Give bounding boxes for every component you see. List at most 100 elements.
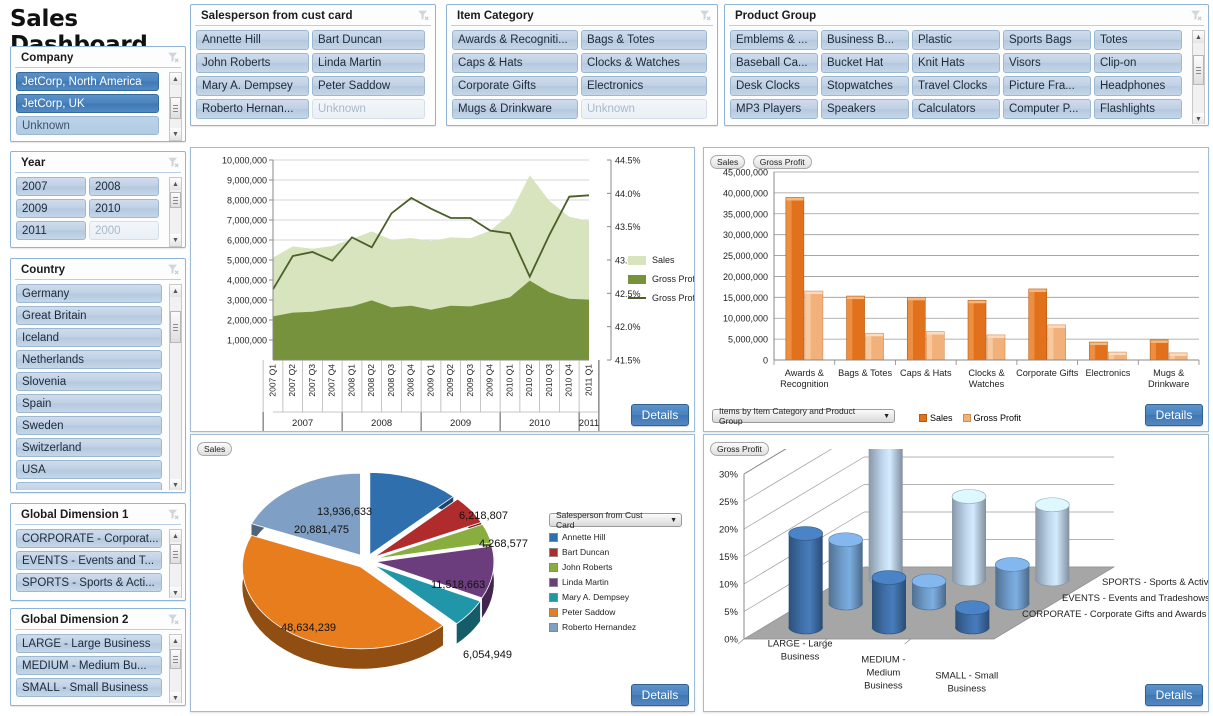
- slicer-item[interactable]: Awards & Recogniti...: [452, 30, 578, 50]
- slicer-item[interactable]: Emblems & ...: [730, 30, 818, 50]
- slicer-item[interactable]: Netherlands: [16, 350, 162, 369]
- slicer-item[interactable]: LARGE - Large Business: [16, 634, 162, 653]
- slicer-item[interactable]: SPORTS - Sports & Acti...: [16, 573, 162, 592]
- scroll-thumb[interactable]: [170, 192, 181, 208]
- slicer-global-dimension-2[interactable]: Global Dimension 2 LARGE - Large Busines…: [10, 608, 186, 706]
- slicer-item[interactable]: Plastic: [912, 30, 1000, 50]
- clear-filter-icon[interactable]: [1189, 9, 1203, 22]
- slicer-item[interactable]: Clocks & Watches: [581, 53, 707, 73]
- slicer-item[interactable]: Peter Saddow: [312, 76, 425, 96]
- slicer-item[interactable]: EVENTS - Events and T...: [16, 551, 162, 570]
- slicer-scrollbar[interactable]: ▲ ▼: [169, 634, 182, 703]
- clear-filter-icon[interactable]: [166, 263, 180, 276]
- slicer-item[interactable]: Slovenia: [16, 372, 162, 391]
- slicer-item[interactable]: Corporate Gifts: [452, 76, 578, 96]
- details-button-gross-profit[interactable]: Details: [1145, 684, 1203, 706]
- details-button-item-category[interactable]: Details: [1145, 404, 1203, 426]
- slicer-global-dimension-1[interactable]: Global Dimension 1 CORPORATE - Corporat.…: [10, 503, 186, 601]
- slicer-scrollbar[interactable]: ▲ ▼: [1192, 30, 1205, 124]
- clear-filter-icon[interactable]: [166, 613, 180, 626]
- pivot-field-dropdown[interactable]: Items by Item Category and Product Group…: [712, 406, 895, 426]
- clear-filter-icon[interactable]: [698, 9, 712, 22]
- slicer-item[interactable]: Bart Duncan: [312, 30, 425, 50]
- slicer-item[interactable]: USA: [16, 460, 162, 479]
- scroll-thumb[interactable]: [170, 311, 181, 343]
- slicer-item[interactable]: Business B...: [821, 30, 909, 50]
- slicer-item[interactable]: Travel Clocks: [912, 76, 1000, 96]
- scroll-down-icon[interactable]: ▼: [170, 128, 181, 140]
- slicer-item[interactable]: 2011: [16, 221, 86, 240]
- scroll-down-icon[interactable]: ▼: [170, 479, 181, 490]
- slicer-item[interactable]: Picture Fra...: [1003, 76, 1091, 96]
- slicer-item[interactable]: 2007: [16, 177, 86, 196]
- slicer-item[interactable]: 2010: [89, 199, 159, 218]
- scroll-thumb[interactable]: [1193, 55, 1204, 85]
- slicer-item-category[interactable]: Item Category Awards & Recogniti... Bags…: [446, 4, 718, 126]
- slicer-item[interactable]: Visors: [1003, 53, 1091, 73]
- scroll-thumb[interactable]: [170, 544, 181, 564]
- gross-profit-3d-chart[interactable]: 30% 25% 20% 15% 10% 5% 0% LARGE - Large Business…: [704, 449, 1208, 711]
- scroll-down-icon[interactable]: ▼: [170, 692, 181, 703]
- slicer-item[interactable]: Germany: [16, 284, 162, 303]
- slicer-product-group[interactable]: Product Group Emblems & ... Business B..…: [724, 4, 1209, 126]
- scroll-thumb[interactable]: [170, 649, 181, 669]
- slicer-item[interactable]: Sweden: [16, 416, 162, 435]
- slicer-scrollbar[interactable]: ▲ ▼: [169, 72, 182, 141]
- scroll-up-icon[interactable]: ▲: [170, 285, 181, 297]
- item-category-bar-chart[interactable]: 45,000,000 40,000,000 35,000,000 30,000,000…: [704, 164, 1208, 414]
- scroll-up-icon[interactable]: ▲: [170, 635, 181, 647]
- slicer-item[interactable]: 2000: [89, 221, 159, 240]
- slicer-year[interactable]: Year 2007 2008 2009 2010 2011 2000 ▲ ▼: [10, 151, 186, 248]
- clear-filter-icon[interactable]: [416, 9, 430, 22]
- scroll-up-icon[interactable]: ▲: [170, 530, 181, 542]
- slicer-item[interactable]: Totes: [1094, 30, 1182, 50]
- slicer-item[interactable]: Switzerland: [16, 438, 162, 457]
- slicer-item[interactable]: Computer P...: [1003, 99, 1091, 119]
- scroll-down-icon[interactable]: ▼: [170, 234, 181, 246]
- details-button-salesperson[interactable]: Details: [631, 684, 689, 706]
- slicer-item[interactable]: Unknown: [16, 116, 159, 135]
- slicer-item[interactable]: JetCorp, UK: [16, 94, 159, 113]
- scroll-down-icon[interactable]: ▼: [1193, 113, 1204, 124]
- scroll-down-icon[interactable]: ▼: [170, 587, 181, 598]
- slicer-item[interactable]: Speakers: [821, 99, 909, 119]
- slicer-item[interactable]: Great Britain: [16, 306, 162, 325]
- slicer-item[interactable]: Unknown: [581, 99, 707, 119]
- slicer-item[interactable]: Desk Clocks: [730, 76, 818, 96]
- scroll-thumb[interactable]: [170, 97, 181, 119]
- slicer-item[interactable]: Bucket Hat: [821, 53, 909, 73]
- slicer-scrollbar[interactable]: ▲ ▼: [169, 177, 182, 247]
- scroll-up-icon[interactable]: ▲: [170, 73, 181, 85]
- slicer-item[interactable]: Flashlights: [1094, 99, 1182, 119]
- slicer-salesperson[interactable]: Salesperson from cust card Annette Hill …: [190, 4, 436, 126]
- slicer-item[interactable]: Mugs & Drinkware: [452, 99, 578, 119]
- legend-field-dropdown[interactable]: Salesperson from Cust Card ▼: [549, 510, 682, 530]
- slicer-item[interactable]: Mary A. Dempsey: [196, 76, 309, 96]
- slicer-item-partial[interactable]: [16, 482, 162, 490]
- slicer-item[interactable]: John Roberts: [196, 53, 309, 73]
- sales-trend-chart[interactable]: 10,000,000 9,000,000 8,000,000 7,000,000 6,0…: [191, 148, 710, 432]
- slicer-company[interactable]: Company JetCorp, North America JetCorp, …: [10, 46, 186, 142]
- slicer-item[interactable]: MP3 Players: [730, 99, 818, 119]
- slicer-item[interactable]: Clip-on: [1094, 53, 1182, 73]
- slicer-scrollbar[interactable]: ▲ ▼: [169, 529, 182, 598]
- slicer-item[interactable]: Annette Hill: [196, 30, 309, 50]
- slicer-item[interactable]: Linda Martin: [312, 53, 425, 73]
- scroll-up-icon[interactable]: ▲: [1193, 31, 1204, 43]
- slicer-item[interactable]: SMALL - Small Business: [16, 678, 162, 697]
- slicer-item[interactable]: Knit Hats: [912, 53, 1000, 73]
- slicer-item[interactable]: JetCorp, North America: [16, 72, 159, 91]
- slicer-item[interactable]: Sports Bags: [1003, 30, 1091, 50]
- slicer-item[interactable]: CORPORATE - Corporat...: [16, 529, 162, 548]
- details-button-sales-trend[interactable]: Details: [631, 404, 689, 426]
- scroll-up-icon[interactable]: ▲: [170, 178, 181, 190]
- slicer-country[interactable]: Country Germany Great Britain Iceland Ne…: [10, 258, 186, 493]
- clear-filter-icon[interactable]: [166, 156, 180, 169]
- slicer-item[interactable]: 2008: [89, 177, 159, 196]
- slicer-item[interactable]: Calculators: [912, 99, 1000, 119]
- slicer-scrollbar[interactable]: ▲ ▼: [169, 284, 182, 490]
- slicer-item[interactable]: Spain: [16, 394, 162, 413]
- salesperson-pie-chart[interactable]: 13,936,633 6,218,807 4,268,577 11,518,663 6,…: [191, 453, 551, 703]
- slicer-item[interactable]: Caps & Hats: [452, 53, 578, 73]
- slicer-item[interactable]: Iceland: [16, 328, 162, 347]
